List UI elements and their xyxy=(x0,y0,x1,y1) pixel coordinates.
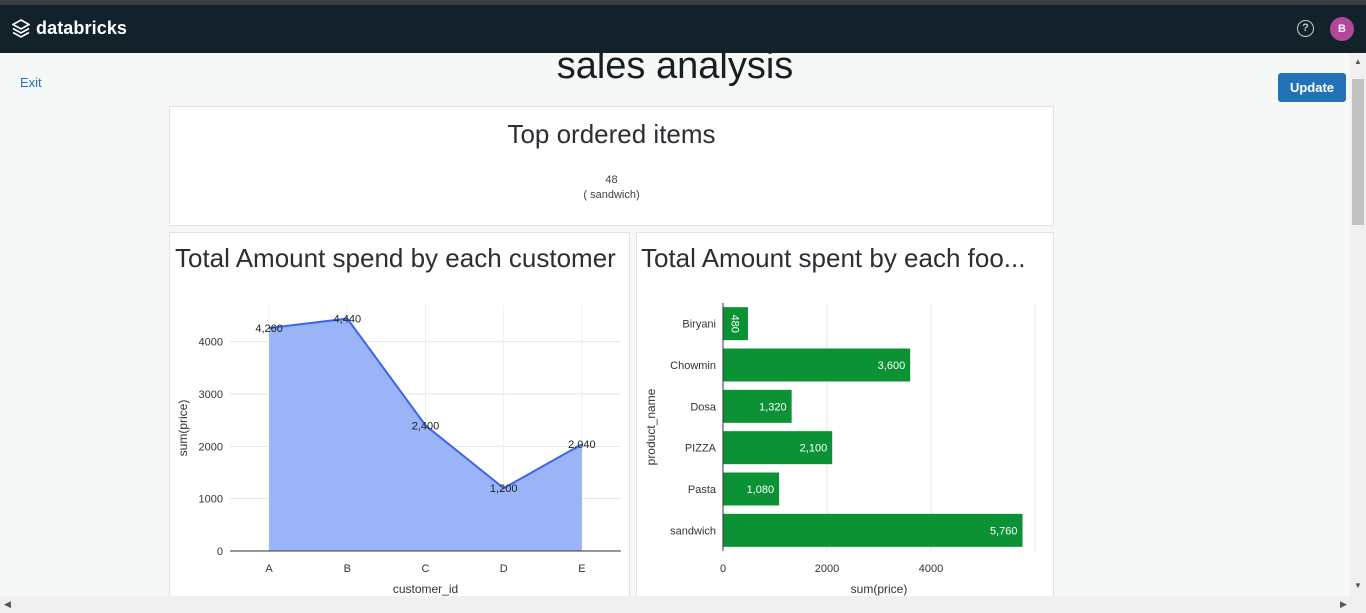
area-chart: 0 1000 2000 3000 4000 A B C D E 4,260 4,440 2,400 1,2… xyxy=(176,305,621,596)
y-axis-title: sum(price) xyxy=(176,400,190,457)
page-title: sales analysis xyxy=(556,53,794,87)
user-avatar[interactable]: B xyxy=(1330,17,1354,41)
x-tick-label: A xyxy=(265,563,273,575)
brand-name: databricks xyxy=(36,18,128,38)
y-tick-label: sandwich xyxy=(670,525,716,537)
x-tick-label: 0 xyxy=(720,563,726,575)
bar-data-label: 3,600 xyxy=(878,360,906,372)
y-tick-label: Dosa xyxy=(690,401,717,413)
y-tick-label: 2000 xyxy=(199,441,223,453)
scroll-down-arrow-icon[interactable]: ▼ xyxy=(1354,581,1362,590)
scroll-right-arrow-icon[interactable]: ▶ xyxy=(1340,599,1347,610)
bar-data-label: 1,320 xyxy=(759,401,787,413)
exit-link[interactable]: Exit xyxy=(20,75,42,90)
counter-card: Top ordered items 48 ( sandwich) xyxy=(169,106,1054,226)
bar-data-label: 1,080 xyxy=(747,484,775,496)
bar-data-label: 480 xyxy=(728,314,740,332)
x-tick-label: C xyxy=(422,563,430,575)
dashboard-content: sales analysis Exit Update Top ordered i… xyxy=(0,53,1350,596)
area-data-label: 2,040 xyxy=(568,439,596,451)
vertical-scroll-thumb[interactable] xyxy=(1352,79,1364,225)
y-tick-label: 1000 xyxy=(199,494,223,506)
area-data-label: 4,440 xyxy=(334,314,362,326)
y-axis-title: product_name xyxy=(644,388,658,465)
x-tick-label: D xyxy=(500,563,508,575)
vertical-scrollbar[interactable]: ▲ ▼ xyxy=(1350,53,1366,596)
y-tick-label: PIZZA xyxy=(685,443,717,455)
scroll-up-arrow-icon[interactable]: ▲ xyxy=(1354,57,1362,66)
y-tick-label: 0 xyxy=(217,546,223,558)
area-chart-card: Total Amount spend by each customer 0 100… xyxy=(169,232,630,596)
area-data-label: 1,200 xyxy=(490,483,518,495)
horizontal-scrollbar[interactable]: ◀ ▶ xyxy=(0,596,1366,613)
scroll-left-arrow-icon[interactable]: ◀ xyxy=(4,599,11,610)
area-data-label: 4,260 xyxy=(255,323,283,335)
y-tick-label: Pasta xyxy=(688,484,717,496)
x-tick-label: 4000 xyxy=(919,563,943,575)
y-tick-label: Chowmin xyxy=(670,360,716,372)
update-button[interactable]: Update xyxy=(1278,73,1346,102)
x-axis-title: sum(price) xyxy=(851,582,908,596)
bar-data-label: 5,760 xyxy=(990,525,1018,537)
bar-chart: 0 2000 4000 Biryani 480 Chowmin 3,600 Dosa 1,320… xyxy=(644,303,1036,596)
counter-value: 48 xyxy=(605,174,618,186)
databricks-logo[interactable]: databricks xyxy=(12,18,127,39)
y-tick-label: Biryani xyxy=(682,319,716,331)
counter-block: 48 ( sandwich) xyxy=(170,173,1053,203)
bar xyxy=(723,513,1023,547)
counter-label: ( sandwich) xyxy=(583,189,640,201)
counter-title: Top ordered items xyxy=(507,119,716,149)
y-tick-label: 4000 xyxy=(199,337,223,349)
bar-data-label: 2,100 xyxy=(800,443,828,455)
y-tick-label: 3000 xyxy=(199,389,223,401)
x-axis-title: customer_id xyxy=(393,582,458,596)
help-icon[interactable]: ? xyxy=(1297,20,1314,37)
x-tick-label: E xyxy=(578,563,585,575)
databricks-stack-icon xyxy=(12,18,30,38)
bar-chart-card: Total Amount spent by each foo... 0 2000 4… xyxy=(636,232,1054,596)
x-tick-label: 2000 xyxy=(815,563,839,575)
x-tick-label: B xyxy=(344,563,351,575)
top-navigation-bar: databricks ? B xyxy=(0,5,1366,53)
area-data-label: 2,400 xyxy=(412,420,440,432)
